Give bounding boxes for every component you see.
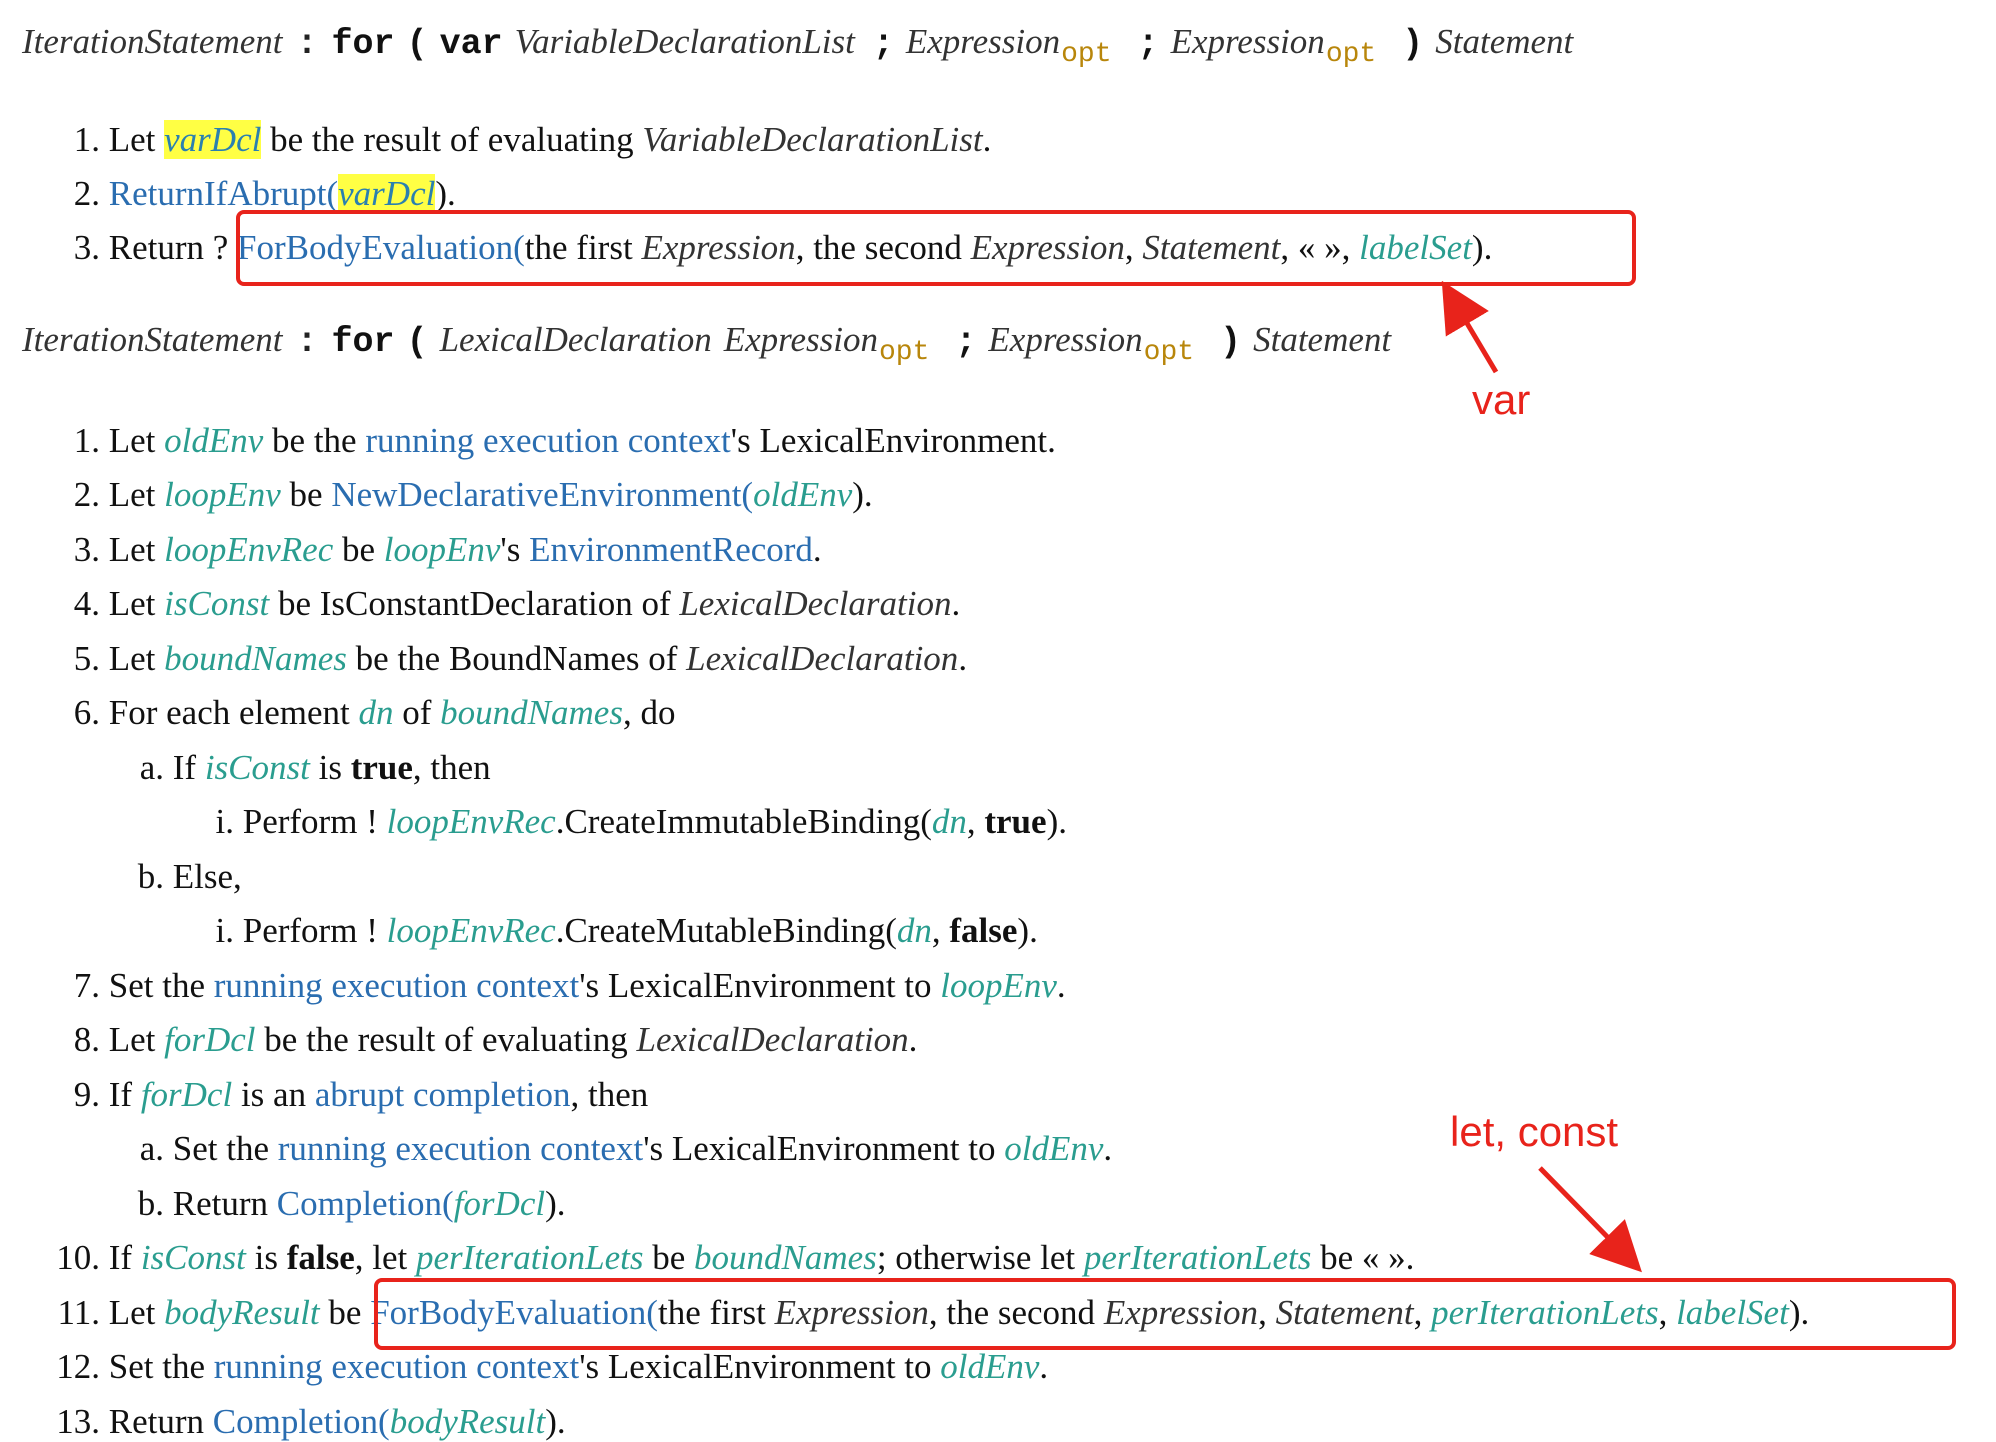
arrow-let-const — [1538, 1166, 1642, 1273]
arrow-var — [1441, 280, 1499, 374]
annotation-arrows — [1441, 280, 1642, 1273]
